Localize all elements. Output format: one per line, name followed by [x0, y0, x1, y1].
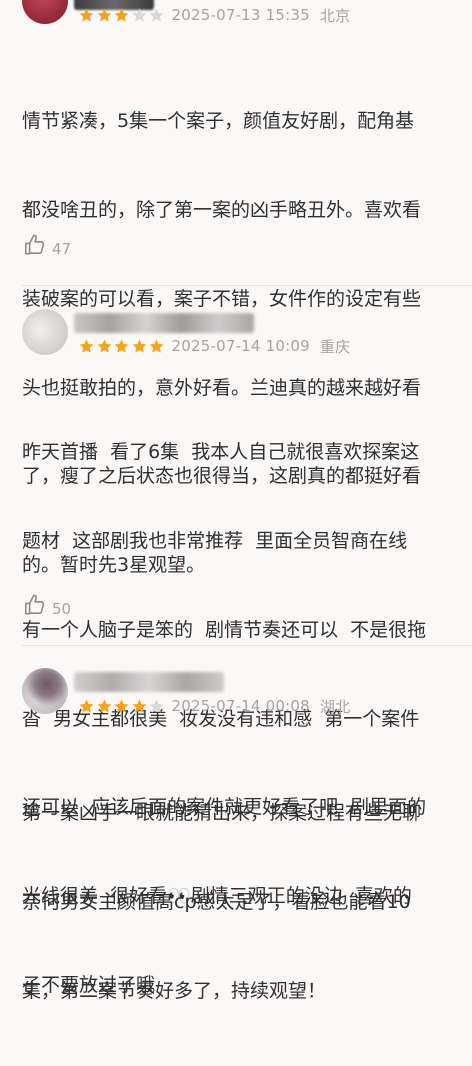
star-filled-icon — [149, 339, 164, 353]
like-button[interactable]: 47 — [22, 234, 71, 260]
like-count: 50 — [52, 600, 72, 618]
star-filled-icon — [97, 699, 111, 713]
review-location: 湖北 — [319, 697, 351, 716]
thumbs-up-icon — [22, 592, 48, 622]
star-rating — [78, 7, 166, 24]
star-filled-icon — [114, 339, 129, 353]
review-meta: 2025-07-14 10:09 重庆 — [78, 335, 350, 357]
star-filled-icon — [132, 699, 146, 713]
star-filled-icon — [79, 339, 94, 353]
review-text: 第一案凶手一眼就能猜出来，探案过程有些无聊 奈何男女主颜值高cp感太足了，看脸也… — [22, 740, 472, 1066]
divider — [22, 645, 472, 646]
star-filled-icon — [79, 699, 94, 713]
review-location: 北京 — [319, 6, 351, 25]
star-filled-icon — [97, 339, 111, 353]
avatar[interactable] — [22, 668, 68, 714]
star-filled-icon — [79, 8, 94, 22]
avatar[interactable] — [22, 309, 68, 355]
review-text-line: 奈何男女主颜值高cp感太足了，看脸也能看10 — [22, 890, 411, 913]
review-text-line: 都没啥丑的，除了第一案的凶手略丑外。喜欢看 — [22, 198, 422, 221]
star-empty-icon — [149, 8, 164, 22]
review-text-line: 装破案的可以看，案子不错，女件作的设定有些 — [22, 287, 422, 310]
review-meta: 2025-07-13 15:35 北京 — [78, 4, 350, 26]
avatar[interactable] — [22, 0, 68, 24]
star-rating — [78, 698, 166, 715]
like-button[interactable]: 50 — [22, 594, 71, 620]
review-meta: 2025-07-14 00:08 湖北 — [78, 695, 350, 717]
review-text-line: 昨天首播 看了6集 我本人自己就很喜欢探案这 — [22, 441, 420, 464]
review-text-line: 题材 这部剧我也非常推荐 里面全员智商在线 — [22, 529, 408, 552]
like-count: 47 — [52, 240, 72, 258]
star-empty-icon — [132, 8, 146, 22]
review-date: 2025-07-13 15:35 — [171, 6, 310, 24]
star-empty-icon — [149, 699, 164, 713]
thumbs-up-icon — [22, 232, 48, 262]
review-location: 重庆 — [319, 337, 351, 356]
star-filled-icon — [97, 8, 111, 22]
star-rating — [78, 338, 166, 355]
star-filled-icon — [114, 8, 129, 22]
username-blurred[interactable] — [74, 313, 254, 333]
divider — [22, 285, 472, 286]
review-text-line: 情节紧凑，5集一个案子，颜值友好剧，配角基 — [22, 110, 415, 133]
review-date: 2025-07-14 00:08 — [171, 697, 310, 715]
review-text-line: 第一案凶手一眼就能猜出来，探案过程有些无聊 — [22, 802, 422, 825]
review-text-line: 集，第二案节奏好多了，持续观望！ — [22, 979, 327, 1002]
star-filled-icon — [132, 339, 146, 353]
review-text-line: 有一个人脑子是笨的 剧情节奏还可以 不是很拖 — [22, 618, 427, 641]
review-date: 2025-07-14 10:09 — [171, 337, 310, 355]
star-filled-icon — [114, 699, 129, 713]
username-blurred[interactable] — [74, 672, 224, 692]
